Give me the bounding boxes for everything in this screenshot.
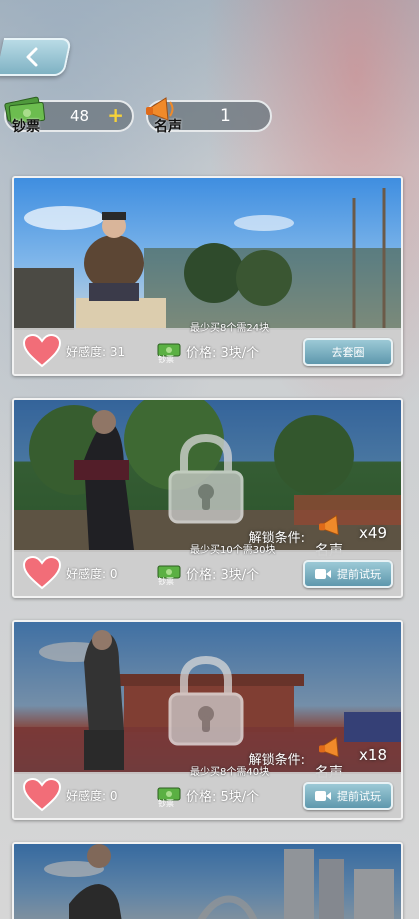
play-ring-toss-button[interactable]: 去套圈 [303, 338, 393, 366]
money-label: 钞票 [12, 119, 40, 135]
favor-text: 好感度: 0 [66, 567, 118, 581]
video-camera-icon [315, 569, 331, 579]
fame-counter: 名声 1 [146, 97, 272, 135]
unlock-fame-count: x18 [359, 746, 387, 764]
money-value: 48 [70, 107, 90, 125]
megaphone-icon [319, 736, 339, 758]
min-buy-text: 最少买10个需30块 [190, 545, 276, 556]
price-text: 价格: 5块/个 [186, 790, 260, 805]
video-camera-icon [315, 791, 331, 801]
lock-icon [168, 656, 244, 746]
vendor-card-3[interactable]: 解锁条件: 名声 x18 最少买8个需40块 好感度: 0 钞票 价格: 5块/… [12, 620, 403, 820]
trial-play-button[interactable]: 提前试玩 [303, 560, 393, 588]
back-button[interactable] [0, 38, 73, 76]
megaphone-icon [319, 514, 339, 536]
heart-icon [22, 556, 62, 590]
cash-icon: 钞票 [156, 340, 184, 366]
fame-value: 1 [220, 106, 231, 126]
vendor-card-2[interactable]: 解锁条件: 名声 x49 最少买10个需30块 好感度: 0 钞票 价格: 3块… [12, 398, 403, 598]
heart-icon [22, 334, 62, 368]
lock-icon [168, 434, 244, 524]
scene-image [14, 178, 401, 330]
add-money-button[interactable]: + [107, 103, 124, 127]
min-buy-text: 最少买8个需40块 [190, 767, 270, 778]
vendor-card-4[interactable] [12, 842, 403, 919]
unlock-fame-count: x49 [359, 524, 387, 542]
scene-image [14, 844, 401, 919]
favor-text: 好感度: 31 [66, 345, 126, 359]
min-buy-text: 最少买8个需24块 [190, 323, 270, 334]
cash-icon: 钞票 [156, 562, 184, 588]
vendor-card-1[interactable]: 最少买8个需24块 好感度: 31 钞票 价格: 3块/个 去套圈 [12, 176, 403, 376]
cash-icon: 钞票 [156, 784, 184, 810]
trial-play-button[interactable]: 提前试玩 [303, 782, 393, 810]
favor-text: 好感度: 0 [66, 789, 118, 803]
price-text: 价格: 3块/个 [186, 346, 260, 361]
chevron-left-icon [26, 47, 38, 67]
heart-icon [22, 778, 62, 812]
fame-label: 名声 [154, 119, 182, 135]
money-counter: 钞票 48 + [4, 96, 134, 135]
price-text: 价格: 3块/个 [186, 568, 260, 583]
